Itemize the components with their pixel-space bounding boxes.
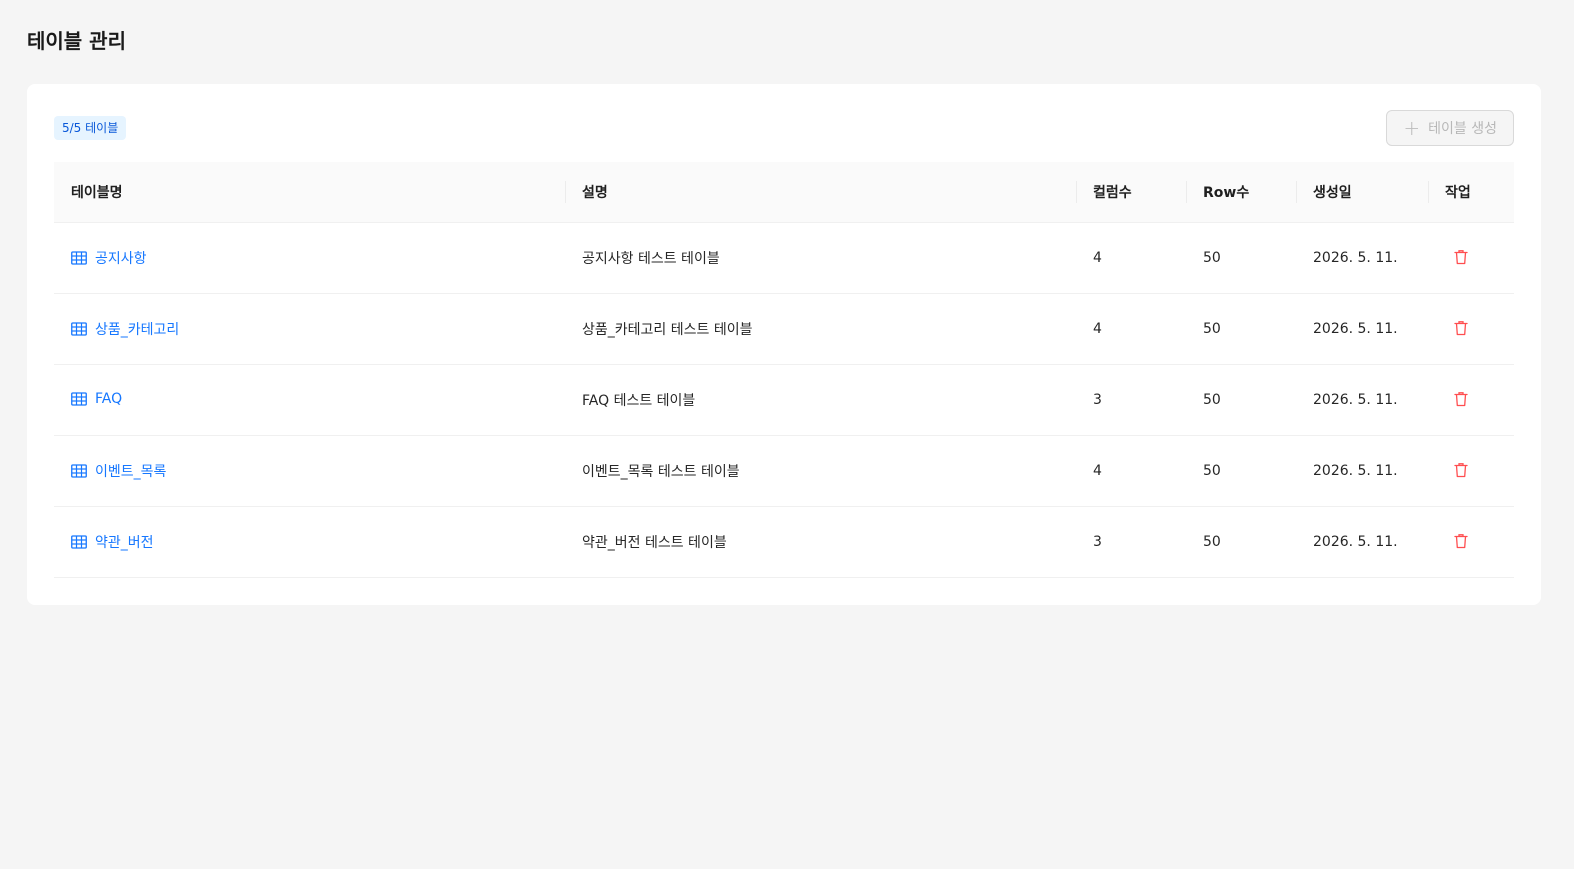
table-name-text: FAQ — [95, 390, 123, 407]
cell-name: 약관_버전 — [54, 506, 565, 578]
page-title: 테이블 관리 — [27, 29, 126, 53]
create-table-button[interactable]: + 테이블 생성 — [1386, 110, 1514, 146]
create-table-label: 테이블 생성 — [1428, 121, 1497, 137]
table-row: 공지사항 공지사항 테스트 테이블 4 50 2026. 5. 11. — [54, 222, 1514, 294]
cell-created: 2026. 5. 11. — [1296, 222, 1428, 294]
trash-icon — [1454, 320, 1468, 339]
card-toolbar: 5/5 테이블 + 테이블 생성 — [54, 110, 1514, 146]
cell-row-count: 50 — [1186, 506, 1296, 578]
cell-created: 2026. 5. 11. — [1296, 293, 1428, 365]
column-header-name: 테이블명 — [54, 162, 565, 223]
cell-row-count: 50 — [1186, 293, 1296, 365]
table-name-link[interactable]: FAQ — [71, 391, 122, 407]
column-header-actions: 작업 — [1428, 162, 1514, 223]
cell-name: FAQ — [54, 364, 565, 436]
plus-icon: + — [1403, 116, 1421, 140]
cell-description: 상품_카테고리 테스트 테이블 — [565, 293, 1076, 365]
table-header: 테이블명 설명 컬럼수 Row수 생성일 작업 — [54, 162, 1514, 223]
cell-description: FAQ 테스트 테이블 — [565, 364, 1076, 436]
delete-button[interactable] — [1445, 455, 1477, 487]
table-icon — [71, 391, 87, 406]
table-row: FAQ FAQ 테스트 테이블 3 50 2026. 5. 11. — [54, 364, 1514, 436]
table-name-link[interactable]: 공지사항 — [71, 248, 147, 268]
trash-icon — [1454, 249, 1468, 268]
cell-row-count: 50 — [1186, 364, 1296, 436]
cell-actions — [1428, 222, 1514, 294]
cell-name: 상품_카테고리 — [54, 293, 565, 365]
cell-name: 이벤트_목록 — [54, 435, 565, 507]
table-name-text: 이벤트_목록 — [95, 463, 167, 480]
cell-column-count: 4 — [1076, 435, 1186, 507]
trash-icon — [1454, 533, 1468, 552]
cell-actions — [1428, 506, 1514, 578]
column-header-description: 설명 — [565, 162, 1076, 223]
cell-created: 2026. 5. 11. — [1296, 435, 1428, 507]
table-icon — [71, 534, 87, 549]
tables-card: 5/5 테이블 + 테이블 생성 테이블명 설명 컬럼수 Row수 생성일 작업… — [27, 84, 1541, 605]
cell-actions — [1428, 364, 1514, 436]
table-name-text: 상품_카테고리 — [95, 321, 180, 338]
table-icon — [71, 321, 87, 336]
page: 테이블 관리 5/5 테이블 + 테이블 생성 테이블명 설명 컬럼수 Row수… — [0, 0, 1574, 605]
table-row: 이벤트_목록 이벤트_목록 테스트 테이블 4 50 2026. 5. 11. — [54, 435, 1514, 507]
cell-created: 2026. 5. 11. — [1296, 506, 1428, 578]
cell-description: 이벤트_목록 테스트 테이블 — [565, 435, 1076, 507]
trash-icon — [1454, 462, 1468, 481]
cell-column-count: 4 — [1076, 293, 1186, 365]
cell-description: 공지사항 테스트 테이블 — [565, 222, 1076, 294]
table-body: 공지사항 공지사항 테스트 테이블 4 50 2026. 5. 11. 상품_카… — [54, 222, 1514, 578]
trash-icon — [1454, 391, 1468, 410]
table-row: 약관_버전 약관_버전 테스트 테이블 3 50 2026. 5. 11. — [54, 506, 1514, 578]
table-icon — [71, 463, 87, 478]
delete-button[interactable] — [1445, 526, 1477, 558]
cell-column-count: 3 — [1076, 506, 1186, 578]
delete-button[interactable] — [1445, 384, 1477, 416]
tables-table: 테이블명 설명 컬럼수 Row수 생성일 작업 공지사항 공지사항 테스트 테이… — [54, 162, 1514, 578]
header-row: 테이블명 설명 컬럼수 Row수 생성일 작업 — [54, 162, 1514, 223]
column-header-column-count: 컬럼수 — [1076, 162, 1186, 223]
table-count-badge: 5/5 테이블 — [54, 116, 127, 140]
cell-column-count: 3 — [1076, 364, 1186, 436]
cell-created: 2026. 5. 11. — [1296, 364, 1428, 436]
table-name-link[interactable]: 약관_버전 — [71, 532, 154, 552]
table-name-link[interactable]: 이벤트_목록 — [71, 461, 166, 481]
table-name-text: 약관_버전 — [95, 534, 154, 551]
table-icon — [71, 250, 87, 265]
table-name-link[interactable]: 상품_카테고리 — [71, 319, 179, 339]
cell-column-count: 4 — [1076, 222, 1186, 294]
table-row: 상품_카테고리 상품_카테고리 테스트 테이블 4 50 2026. 5. 11… — [54, 293, 1514, 365]
cell-description: 약관_버전 테스트 테이블 — [565, 506, 1076, 578]
table-name-text: 공지사항 — [95, 250, 147, 267]
column-header-row-count: Row수 — [1186, 162, 1296, 223]
cell-name: 공지사항 — [54, 222, 565, 294]
cell-actions — [1428, 435, 1514, 507]
cell-row-count: 50 — [1186, 435, 1296, 507]
cell-row-count: 50 — [1186, 222, 1296, 294]
column-header-created: 생성일 — [1296, 162, 1428, 223]
delete-button[interactable] — [1445, 313, 1477, 345]
cell-actions — [1428, 293, 1514, 365]
delete-button[interactable] — [1445, 242, 1477, 274]
